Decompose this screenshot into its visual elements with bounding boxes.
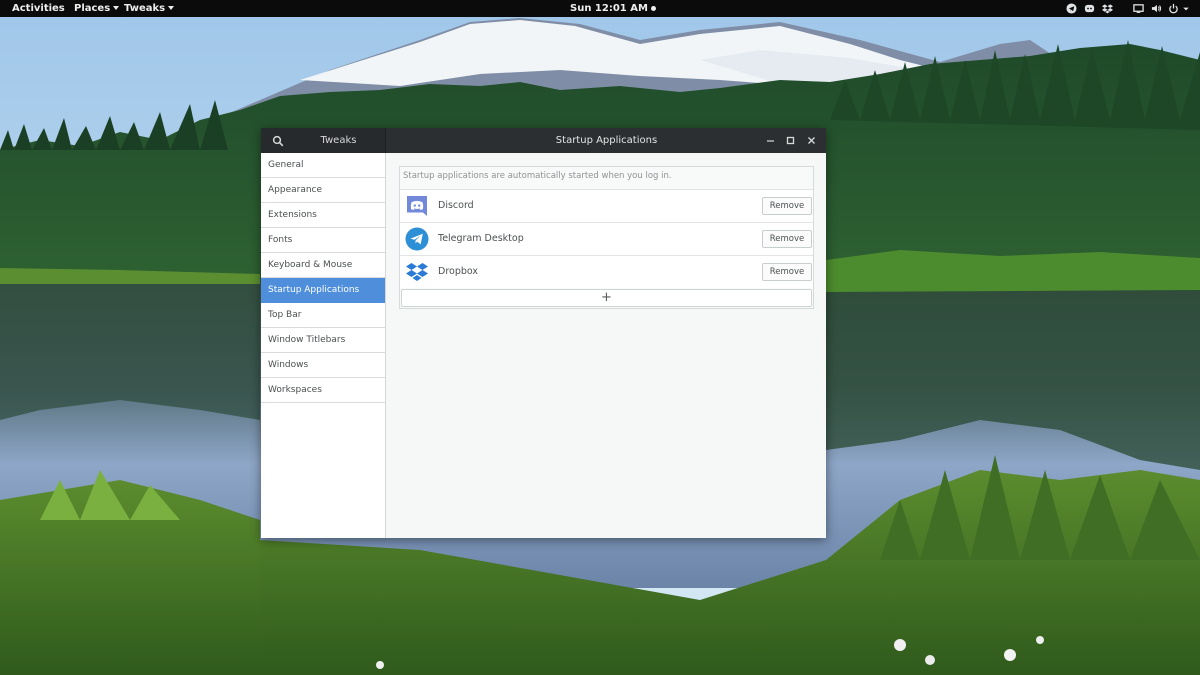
- sidebar-title: Tweaks: [291, 128, 386, 153]
- tweaks-app-menu[interactable]: Tweaks: [124, 0, 174, 17]
- remove-discord-button[interactable]: Remove: [762, 197, 812, 215]
- dropbox-icon: [405, 260, 429, 284]
- app-name-discord: Discord: [438, 190, 474, 223]
- search-icon[interactable]: [272, 135, 284, 147]
- chevron-down-icon[interactable]: [1182, 3, 1190, 14]
- list-item-discord: Discord Remove: [400, 189, 813, 222]
- places-menu[interactable]: Places: [74, 0, 119, 17]
- screen-icon[interactable]: [1133, 3, 1144, 14]
- add-startup-app-button[interactable]: +: [401, 289, 812, 307]
- sidebar-item-startup-applications[interactable]: Startup Applications: [261, 278, 385, 303]
- top-bar: Activities Places Tweaks Sun 12:01 AM: [0, 0, 1200, 17]
- list-item-dropbox: Dropbox Remove: [400, 255, 813, 288]
- volume-icon[interactable]: [1151, 3, 1162, 14]
- remove-telegram-button[interactable]: Remove: [762, 230, 812, 248]
- discord-icon[interactable]: [1084, 3, 1095, 14]
- dropbox-icon[interactable]: [1102, 3, 1113, 14]
- discord-icon: [405, 194, 429, 218]
- tweaks-sidebar: General Appearance Extensions Fonts Keyb…: [261, 153, 386, 538]
- sidebar-item-extensions[interactable]: Extensions: [261, 203, 385, 228]
- window-title: Startup Applications: [387, 128, 826, 153]
- telegram-icon: [405, 227, 429, 251]
- tweaks-window: Tweaks Startup Applications General Appe…: [261, 128, 826, 538]
- sidebar-item-fonts[interactable]: Fonts: [261, 228, 385, 253]
- power-icon[interactable]: [1168, 3, 1179, 14]
- app-name-dropbox: Dropbox: [438, 256, 478, 289]
- list-item-telegram: Telegram Desktop Remove: [400, 222, 813, 255]
- chevron-down-icon: [168, 6, 174, 10]
- notification-dot-icon: [651, 6, 656, 11]
- close-icon[interactable]: [806, 135, 817, 146]
- sidebar-item-appearance[interactable]: Appearance: [261, 178, 385, 203]
- sidebar-item-workspaces[interactable]: Workspaces: [261, 378, 385, 403]
- startup-hint-text: Startup applications are automatically s…: [403, 170, 672, 186]
- places-label: Places: [74, 3, 110, 14]
- maximize-icon[interactable]: [785, 135, 796, 146]
- minimize-icon[interactable]: [765, 135, 776, 146]
- clock-button[interactable]: Sun 12:01 AM: [570, 0, 656, 17]
- tweaks-menu-label: Tweaks: [124, 3, 165, 14]
- activities-button[interactable]: Activities: [12, 0, 65, 17]
- clock-label: Sun 12:01 AM: [570, 3, 648, 14]
- chevron-down-icon: [113, 6, 119, 10]
- startup-apps-list: Startup applications are automatically s…: [399, 166, 814, 309]
- sidebar-item-keyboard-mouse[interactable]: Keyboard & Mouse: [261, 253, 385, 278]
- sidebar-header: Tweaks: [261, 128, 386, 153]
- sidebar-item-top-bar[interactable]: Top Bar: [261, 303, 385, 328]
- startup-applications-panel: Startup applications are automatically s…: [387, 153, 826, 538]
- sidebar-item-general[interactable]: General: [261, 153, 385, 178]
- sidebar-item-window-titlebars[interactable]: Window Titlebars: [261, 328, 385, 353]
- app-name-telegram: Telegram Desktop: [438, 223, 524, 256]
- telegram-icon[interactable]: [1066, 3, 1077, 14]
- sidebar-item-windows[interactable]: Windows: [261, 353, 385, 378]
- window-headerbar[interactable]: Tweaks Startup Applications: [261, 128, 826, 153]
- remove-dropbox-button[interactable]: Remove: [762, 263, 812, 281]
